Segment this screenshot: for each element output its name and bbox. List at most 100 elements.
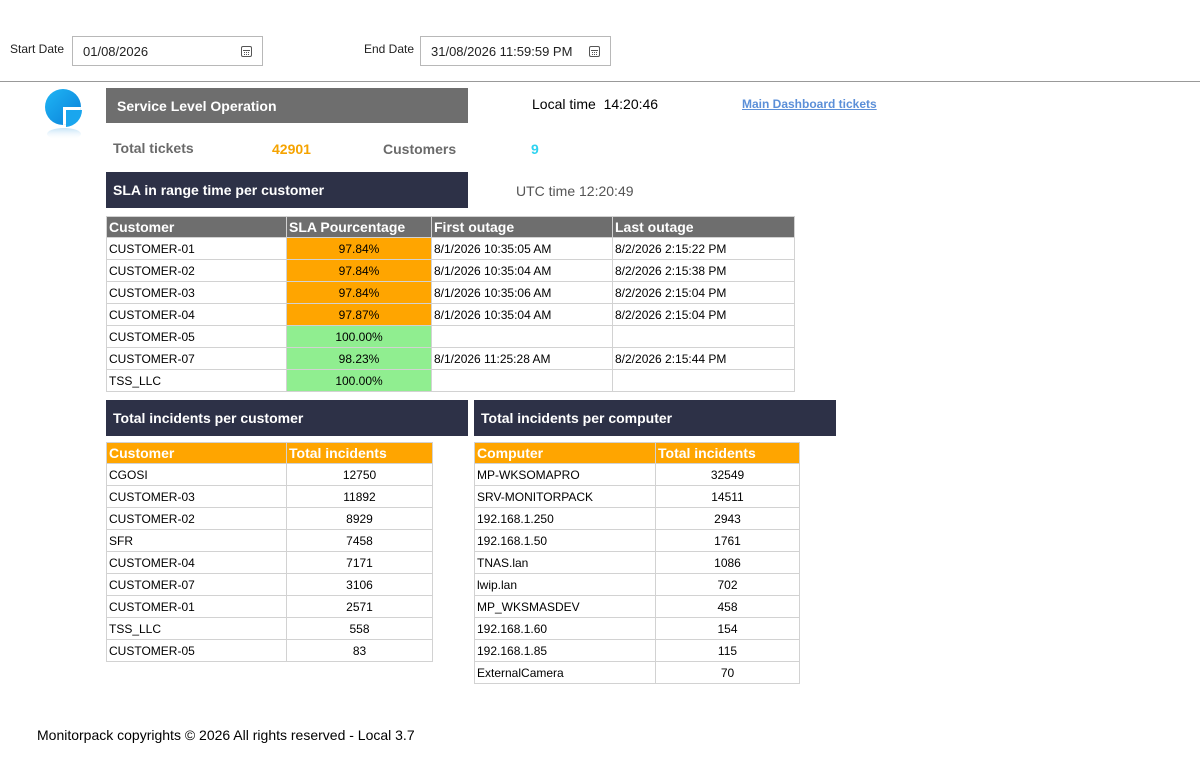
table-header-row: Customer SLA Pourcentage First outage La… [106,216,795,238]
column-header[interactable]: Computer [474,442,656,464]
incidents-cell: 702 [655,573,800,596]
first-outage-cell: 8/1/2026 10:35:04 AM [431,303,613,326]
table-row: ExternalCamera 70 [474,661,800,684]
customer-cell: CUSTOMER-02 [106,507,287,530]
incidents-cell: 32549 [655,463,800,486]
incidents-cell: 154 [655,617,800,640]
table-row: SFR 7458 [106,529,433,552]
column-header[interactable]: Customer [106,442,287,464]
column-header[interactable]: SLA Pourcentage [286,216,432,238]
start-date-input[interactable]: 01/08/2026 [72,36,263,66]
incidents-customer-table: Customer Total incidents CGOSI 12750 CUST… [106,442,433,662]
incidents-computer-table: Computer Total incidents MP-WKSOMAPRO 325… [474,442,800,684]
column-header[interactable]: Total incidents [655,442,800,464]
table-header-row: Customer Total incidents [106,442,433,464]
utc-time: UTC time 12:20:49 [516,183,634,199]
incidents-cell: 3106 [286,573,433,596]
customer-cell: CUSTOMER-01 [106,237,287,260]
total-tickets-value: 42901 [272,141,311,157]
first-outage-cell: 8/1/2026 10:35:05 AM [431,237,613,260]
table-row: TNAS.lan 1086 [474,551,800,574]
customer-cell: CUSTOMER-03 [106,281,287,304]
start-date-value: 01/08/2026 [83,43,149,59]
sla-cell: 97.84% [286,237,432,260]
table-row: CUSTOMER-03 97.84% 8/1/2026 10:35:06 AM … [106,281,795,304]
start-date-label: Start Date [10,42,65,56]
incidents-cell: 1086 [655,551,800,574]
column-header[interactable]: First outage [431,216,613,238]
local-time-label: Local time [532,96,596,112]
computer-cell: 192.168.1.250 [474,507,656,530]
table-row: CUSTOMER-07 3106 [106,573,433,596]
last-outage-cell: 8/2/2026 2:15:04 PM [612,281,795,304]
incidents-computer-title-text: Total incidents per computer [481,410,673,426]
incidents-cell: 1761 [655,529,800,552]
sla-cell: 97.84% [286,281,432,304]
sla-cell: 97.84% [286,259,432,282]
sla-section-title: SLA in range time per customer [106,172,468,208]
table-row: CGOSI 12750 [106,463,433,486]
incidents-cell: 83 [286,639,433,662]
incidents-cell: 2571 [286,595,433,618]
customer-cell: CGOSI [106,463,287,486]
main-dashboard-link[interactable]: Main Dashboard tickets [742,97,877,111]
footer-copyright: Monitorpack copyrights © 2026 All rights… [37,727,415,743]
customer-cell: TSS_LLC [106,617,287,640]
computer-cell: MP-WKSOMAPRO [474,463,656,486]
table-row: 192.168.1.250 2943 [474,507,800,530]
first-outage-cell: 8/1/2026 11:25:28 AM [431,347,613,370]
sla-cell: 100.00% [286,325,432,348]
table-row: MP-WKSOMAPRO 32549 [474,463,800,486]
computer-cell: SRV-MONITORPACK [474,485,656,508]
table-row: 192.168.1.85 115 [474,639,800,662]
incidents-customer-title: Total incidents per customer [106,400,468,436]
column-header[interactable]: Customer [106,216,287,238]
customers-label: Customers [383,141,457,157]
customer-cell: CUSTOMER-03 [106,485,287,508]
customers-value: 9 [531,141,539,157]
table-row: 192.168.1.50 1761 [474,529,800,552]
local-time: Local time 14:20:46 [532,96,658,112]
last-outage-cell: 8/2/2026 2:15:44 PM [612,347,795,370]
sla-section-title-text: SLA in range time per customer [113,182,325,198]
customer-cell: CUSTOMER-05 [106,325,287,348]
table-row: CUSTOMER-04 7171 [106,551,433,574]
monitorpack-logo [42,88,90,144]
column-header[interactable]: Last outage [612,216,795,238]
incidents-cell: 8929 [286,507,433,530]
table-row: SRV-MONITORPACK 14511 [474,485,800,508]
first-outage-cell [431,369,613,392]
incidents-cell: 7171 [286,551,433,574]
customer-cell: CUSTOMER-05 [106,639,287,662]
table-row: lwip.lan 702 [474,573,800,596]
computer-cell: TNAS.lan [474,551,656,574]
column-header[interactable]: Total incidents [286,442,433,464]
incidents-cell: 70 [655,661,800,684]
last-outage-cell: 8/2/2026 2:15:04 PM [612,303,795,326]
table-row: MP_WKSMASDEV 458 [474,595,800,618]
incidents-cell: 558 [286,617,433,640]
end-date-value: 31/08/2026 11:59:59 PM [431,43,573,59]
calendar-icon[interactable] [241,45,252,57]
calendar-icon[interactable] [589,45,600,57]
table-row: CUSTOMER-02 97.84% 8/1/2026 10:35:04 AM … [106,259,795,282]
table-row: CUSTOMER-07 98.23% 8/1/2026 11:25:28 AM … [106,347,795,370]
table-row: CUSTOMER-03 11892 [106,485,433,508]
customer-cell: TSS_LLC [106,369,287,392]
last-outage-cell: 8/2/2026 2:15:38 PM [612,259,795,282]
sla-cell: 97.87% [286,303,432,326]
customer-cell: CUSTOMER-07 [106,573,287,596]
first-outage-cell: 8/1/2026 10:35:04 AM [431,259,613,282]
computer-cell: 192.168.1.60 [474,617,656,640]
end-date-input[interactable]: 31/08/2026 11:59:59 PM [420,36,611,66]
total-tickets-label: Total tickets [113,140,194,156]
page-title-text: Service Level Operation [117,97,277,114]
customer-cell: CUSTOMER-04 [106,303,287,326]
last-outage-cell: 8/2/2026 2:15:22 PM [612,237,795,260]
incidents-customer-title-text: Total incidents per customer [113,410,304,426]
header-divider [0,81,1200,82]
utc-time-value: 12:20:49 [579,183,634,199]
sla-cell: 98.23% [286,347,432,370]
incidents-cell: 458 [655,595,800,618]
incidents-cell: 7458 [286,529,433,552]
